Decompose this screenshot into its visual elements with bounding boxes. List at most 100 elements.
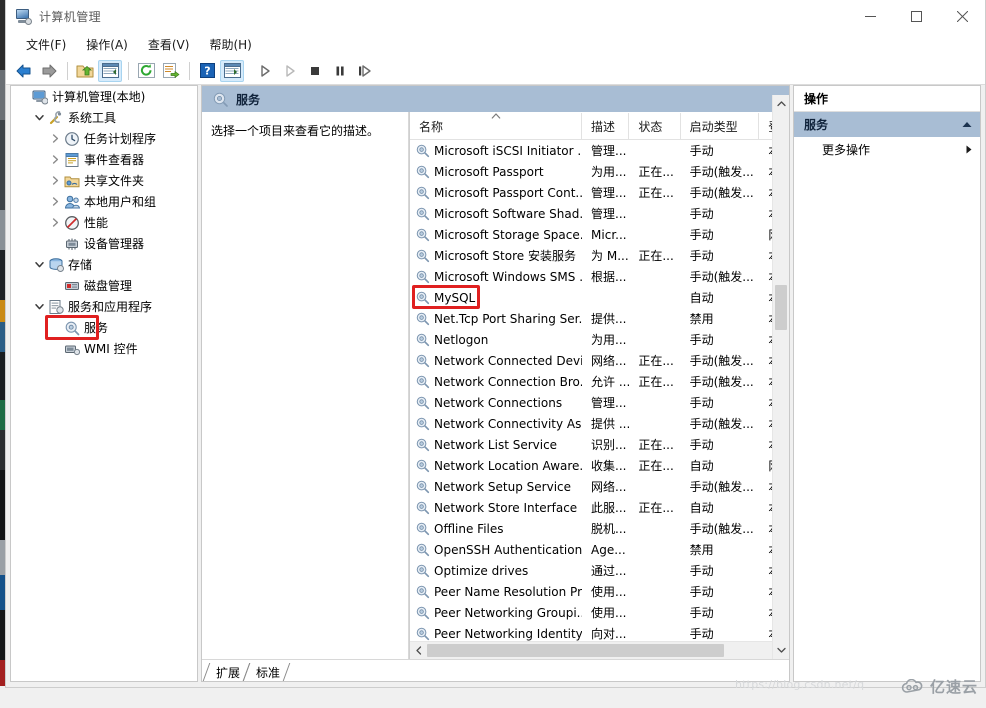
forward-arrow-icon[interactable] (37, 60, 61, 82)
tree-item-11[interactable]: 服务 (11, 315, 197, 340)
table-row[interactable]: Network Store Interface ...此服...正在...自动本 (410, 497, 789, 518)
vertical-scroll-thumb[interactable] (775, 285, 787, 330)
column-header-3[interactable]: 启动类型 (681, 113, 760, 140)
services-apps-icon (47, 296, 65, 317)
export-list-icon[interactable] (159, 60, 183, 82)
show-hide-tree-icon[interactable] (98, 59, 122, 82)
table-row[interactable]: Peer Name Resolution Pr...使用...手动本 (410, 581, 789, 602)
table-row[interactable]: Peer Networking Groupi...使用...手动本 (410, 602, 789, 623)
tree-item-9[interactable]: 磁盘管理 (11, 275, 197, 296)
cell-text: Optimize drives (434, 563, 529, 578)
cell-text: Network List Service (434, 437, 558, 452)
chevron-right-icon[interactable] (47, 191, 63, 212)
minimize-button[interactable] (847, 0, 893, 32)
menu-view[interactable]: 查看(V) (138, 33, 200, 56)
show-hide-action-pane-icon[interactable] (220, 59, 244, 82)
cell-name: Optimize drives (410, 563, 582, 578)
tree-item-2[interactable]: 任务计划程序 (11, 128, 197, 149)
tree-item-10[interactable]: 服务和应用程序 (11, 296, 197, 317)
table-row[interactable]: Network Connection Bro... 允许 ... 正在... 手动(触… (410, 371, 789, 392)
cell-startup: 手动 (681, 604, 760, 621)
up-folder-icon[interactable] (73, 60, 97, 82)
table-row[interactable]: Microsoft Passport Cont... 管理... 正在... 手动(触… (410, 182, 789, 203)
tree-item-8[interactable]: 存储 (11, 254, 197, 275)
scroll-down-button[interactable] (773, 642, 789, 659)
table-row[interactable]: Microsoft Windows SMS ...根据...手动(触发...本 (410, 266, 789, 287)
cell-text: 根据... (591, 270, 627, 284)
table-row[interactable]: Microsoft Store 安装服务为 M...正在...手动本 (410, 245, 789, 266)
table-row[interactable]: Microsoft iSCSI Initiator ...管理...手动本 (410, 140, 789, 161)
table-row[interactable]: Microsoft Storage Space...Micr...手动网 (410, 224, 789, 245)
close-button[interactable] (939, 0, 985, 32)
horizontal-scroll-track[interactable] (427, 642, 772, 659)
table-row[interactable]: Network Connected Devi... 网络... 正在... 手动(触发… (410, 350, 789, 371)
tree-item-label: 事件查看器 (84, 153, 145, 167)
chevron-right-icon[interactable] (47, 149, 63, 170)
table-row[interactable]: Network List Service识别...正在...手动本 (410, 434, 789, 455)
chevron-down-icon[interactable] (31, 254, 47, 275)
menu-action[interactable]: 操作(A) (76, 33, 138, 56)
help-icon[interactable]: ? (195, 60, 219, 82)
scroll-left-button[interactable] (410, 642, 427, 659)
service-gear-icon (213, 92, 228, 107)
services-rows[interactable]: Microsoft iSCSI Initiator ...管理...手动本Mic… (410, 140, 789, 641)
action-more-actions[interactable]: 更多操作 (794, 137, 980, 162)
stop-service-icon[interactable] (303, 60, 327, 82)
menu-file[interactable]: 文件(F) (16, 33, 76, 56)
table-row[interactable]: Network Location Aware...收集...正在...自动网 (410, 455, 789, 476)
horizontal-scroll-thumb[interactable] (427, 644, 724, 657)
vertical-scrollbar[interactable] (772, 95, 789, 659)
service-gear-icon (415, 542, 430, 557)
tree-item-7[interactable]: 设备管理器 (11, 233, 197, 254)
tree-item-label: 磁盘管理 (84, 279, 133, 293)
pause-service-icon[interactable] (328, 60, 352, 82)
chevron-right-icon[interactable] (47, 170, 63, 191)
table-row[interactable]: Network Connectivity Ass... 提供 ... 手动(触发..… (410, 413, 789, 434)
column-header-1[interactable]: 描述 (582, 113, 630, 140)
scroll-up-button[interactable] (773, 95, 789, 112)
table-row[interactable]: OpenSSH Authentication ...Age...禁用本 (410, 539, 789, 560)
back-arrow-icon[interactable] (12, 60, 36, 82)
chevron-right-icon[interactable] (47, 212, 63, 233)
restart-service-icon[interactable] (353, 60, 377, 82)
tree-item-0[interactable]: 计算机管理(本地) (11, 86, 197, 107)
action-more-actions-label: 更多操作 (822, 143, 871, 157)
cell-startup: 自动 (681, 499, 760, 516)
console-tree-pane[interactable]: 计算机管理(本地) 系统工具 任务计划程序事件查看器共享文件夹 本地用户和组 性能 设备管… (10, 85, 198, 682)
tab-extended[interactable]: 扩展 (206, 663, 246, 681)
table-row[interactable]: Network Setup Service网络...手动(触发...本 (410, 476, 789, 497)
horizontal-scrollbar[interactable] (410, 641, 789, 659)
table-row[interactable]: Netlogon为用...手动本 (410, 329, 789, 350)
actions-group-header[interactable]: 服务 (794, 112, 980, 137)
table-row[interactable]: MySQL自动本 (410, 285, 789, 309)
table-row[interactable]: Peer Networking Identity...向对...手动本 (410, 623, 789, 641)
maximize-button[interactable] (893, 0, 939, 32)
chevron-right-icon[interactable] (47, 128, 63, 149)
tree-item-6[interactable]: 性能 (11, 212, 197, 233)
chevron-up-icon[interactable] (962, 121, 972, 128)
cell-text: 手动 (689, 606, 714, 620)
window-title: 计算机管理 (39, 9, 102, 24)
table-row[interactable]: Offline Files脱机...手动(触发...本 (410, 518, 789, 539)
menu-help[interactable]: 帮助(H) (199, 33, 261, 56)
services-result-pane: 服务 选择一个项目来查看它的描述。 名称描述状态启动类型登 Microsoft … (201, 85, 790, 682)
column-header-2[interactable]: 状态 (629, 113, 681, 140)
column-header-0[interactable]: 名称 (410, 113, 583, 140)
tree-item-3[interactable]: 事件查看器 (11, 149, 197, 170)
tree-item-4[interactable]: 共享文件夹 (11, 170, 197, 191)
table-row[interactable]: Optimize drives通过...手动本 (410, 560, 789, 581)
chevron-down-icon[interactable] (31, 296, 47, 317)
chevron-down-icon[interactable] (31, 107, 47, 128)
tree-item-5[interactable]: 本地用户和组 (11, 191, 197, 212)
table-row[interactable]: Net.Tcp Port Sharing Ser...提供...禁用本 (410, 308, 789, 329)
resume-service-icon[interactable] (278, 60, 302, 82)
tab-standard[interactable]: 标准 (246, 663, 286, 681)
tree-item-12[interactable]: WMI 控件 (11, 338, 197, 359)
cell-text: 网络... (591, 354, 627, 368)
start-service-icon[interactable] (253, 60, 277, 82)
table-row[interactable]: Microsoft Passport为用...正在...手动(触发...本 (410, 161, 789, 182)
table-row[interactable]: Network Connections管理...手动本 (410, 392, 789, 413)
tree-item-1[interactable]: 系统工具 (11, 107, 197, 128)
table-row[interactable]: Microsoft Software Shad...管理...手动本 (410, 203, 789, 224)
refresh-icon[interactable] (134, 60, 158, 82)
